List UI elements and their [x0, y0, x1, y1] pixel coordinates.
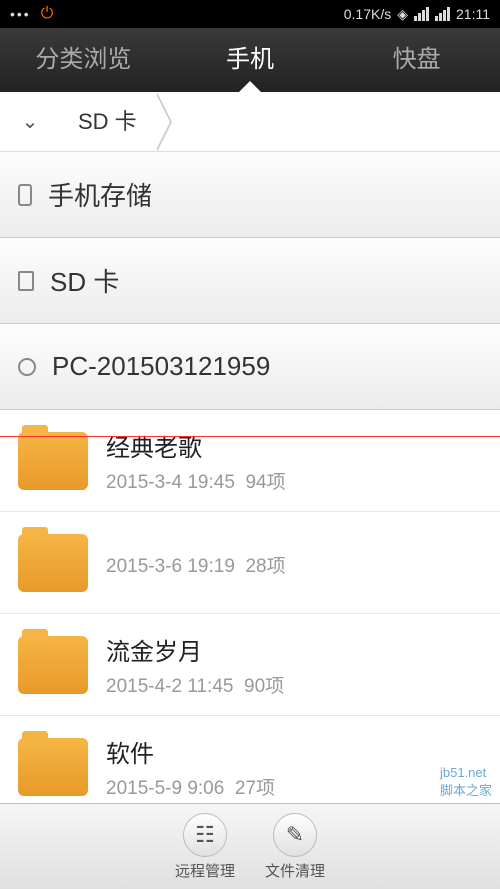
section-phone-storage[interactable]: 手机存储 — [0, 152, 500, 238]
status-left: ••• ⏻ — [10, 5, 53, 23]
tab-kuaipan[interactable]: 快盘 — [333, 28, 500, 92]
remote-manage-button[interactable]: ☷ 远程管理 — [175, 813, 235, 881]
section-label: 手机存储 — [48, 176, 152, 213]
folder-icon — [18, 534, 88, 592]
clock: 21:11 — [456, 6, 490, 22]
active-tab-indicator — [238, 81, 262, 93]
chevron-down-icon[interactable]: ⌄ — [0, 109, 60, 134]
folder-name: 软件 — [106, 734, 275, 769]
section-label: PC-201503121959 — [52, 351, 270, 382]
power-icon: ⏻ — [41, 5, 54, 23]
folder-meta: 2015-4-2 11:45 90项 — [106, 671, 284, 698]
red-annotation-line — [0, 436, 500, 437]
section-sd-card[interactable]: SD 卡 — [0, 238, 500, 324]
section-pc[interactable]: PC-201503121959 — [0, 324, 500, 410]
wifi-icon: ◈ — [397, 6, 408, 23]
folder-meta: 2015-3-4 19:45 94项 — [106, 467, 286, 494]
watermark: jb51.net 脚本之家 — [440, 765, 492, 799]
more-dots-icon: ••• — [10, 6, 31, 22]
tab-category[interactable]: 分类浏览 — [0, 28, 167, 92]
wifi-circle-icon — [18, 358, 36, 376]
status-right: 0.17K/s ◈ 21:11 — [344, 6, 490, 23]
folder-item[interactable]: 2015-3-6 19:19 28项 — [0, 512, 500, 614]
status-bar: ••• ⏻ 0.17K/s ◈ 21:11 — [0, 0, 500, 28]
signal-icon-1 — [414, 7, 429, 21]
folder-icon — [18, 738, 88, 796]
sd-card-icon — [18, 271, 34, 291]
folder-icon — [18, 432, 88, 490]
folder-item[interactable]: 流金岁月 2015-4-2 11:45 90项 — [0, 614, 500, 716]
breadcrumb-item-sd[interactable]: SD 卡 — [60, 92, 155, 152]
signal-icon-2 — [435, 7, 450, 21]
folder-meta: 2015-3-6 19:19 28项 — [106, 551, 286, 578]
folder-list: 经典老歌 2015-3-4 19:45 94项 2015-3-6 19:19 2… — [0, 410, 500, 838]
remote-manage-icon: ☷ — [183, 813, 227, 857]
folder-item[interactable]: 经典老歌 2015-3-4 19:45 94项 — [0, 410, 500, 512]
network-speed: 0.17K/s — [344, 6, 391, 22]
folder-name: 流金岁月 — [106, 632, 284, 667]
breadcrumb: ⌄ SD 卡 — [0, 92, 500, 152]
section-label: SD 卡 — [50, 262, 119, 299]
bottom-toolbar: ☷ 远程管理 ✎ 文件清理 — [0, 803, 500, 889]
file-cleanup-button[interactable]: ✎ 文件清理 — [265, 813, 325, 881]
brush-icon: ✎ — [273, 813, 317, 857]
folder-name: 经典老歌 — [106, 428, 286, 463]
tab-bar: 分类浏览 手机 快盘 — [0, 28, 500, 92]
folder-meta: 2015-5-9 9:06 27项 — [106, 773, 275, 800]
phone-storage-icon — [18, 184, 32, 206]
folder-icon — [18, 636, 88, 694]
